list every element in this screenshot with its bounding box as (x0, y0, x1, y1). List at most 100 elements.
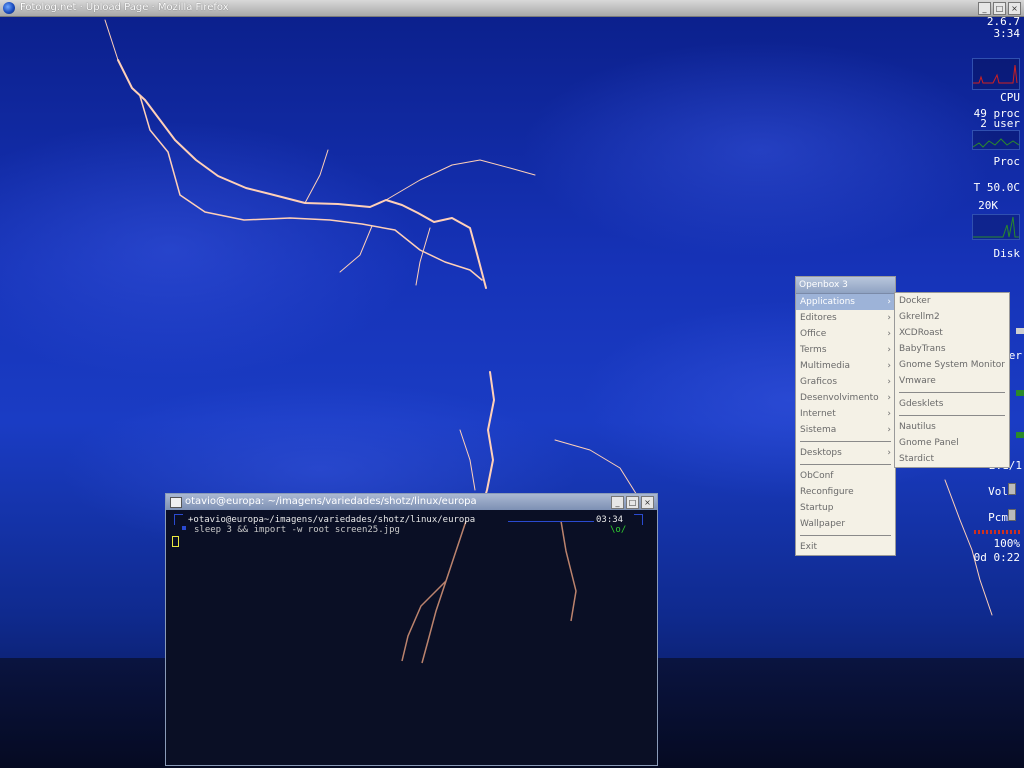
menu-item-stardict[interactable]: Stardict (895, 451, 1009, 467)
close-button[interactable]: × (1008, 2, 1021, 15)
disk-graph (972, 214, 1020, 240)
pcm-slider[interactable] (1008, 509, 1016, 521)
cpu-graph (972, 58, 1020, 90)
menu-item-xcdroast[interactable]: XCDRoast (895, 325, 1009, 341)
user-count: 2 user (980, 117, 1020, 130)
prompt-clock: 03:34 (596, 515, 624, 525)
menu-item-desenvolvimento[interactable]: Desenvolvimento › (796, 390, 895, 406)
prompt-bracket-left (174, 514, 183, 525)
chevron-right-icon: › (887, 297, 891, 307)
disk-rate: 20K (978, 199, 998, 212)
menu-item-docker[interactable]: Docker (895, 293, 1009, 309)
menu-item-label: Nautilus (899, 422, 936, 432)
menu-separator (895, 412, 1009, 419)
chevron-right-icon: › (887, 409, 891, 419)
menu-item-label: XCDRoast (899, 328, 943, 338)
menu-item-label: Office (800, 329, 827, 339)
window-title: Fotolog.net · Upload Page · Mozilla Fire… (20, 2, 229, 13)
menu-item-exit[interactable]: Exit (796, 539, 895, 555)
applications-submenu: Docker Gkrellm2 XCDRoast BabyTrans Gnome Sys… (894, 292, 1010, 468)
command-text: sleep 3 && import -w root screen25.jpg (194, 525, 400, 535)
menu-item-gdesklets[interactable]: Gdesklets (895, 396, 1009, 412)
menu-item-internet[interactable]: Internet › (796, 406, 895, 422)
terminal-maximize-button[interactable]: □ (626, 496, 639, 509)
proc-label: Proc (993, 155, 1021, 168)
chevron-right-icon: › (887, 313, 891, 323)
menu-item-wallpaper[interactable]: Wallpaper (796, 516, 895, 532)
terminal-title: otavio@europa: ~/imagens/variedades/shot… (185, 496, 477, 507)
menu-item-label: ObConf (800, 471, 834, 481)
proc-graph (972, 130, 1020, 150)
menu-item-multimedia[interactable]: Multimedia › (796, 358, 895, 374)
menu-item-label: Wallpaper (800, 519, 846, 529)
chevron-right-icon: › (887, 345, 891, 355)
menu-item-label: Gkrellm2 (899, 312, 940, 322)
prompt-marker (182, 526, 186, 530)
menu-item-label: Multimedia (800, 361, 851, 371)
volume-slider[interactable] (1008, 483, 1016, 495)
menu-item-label: Docker (899, 296, 931, 306)
menu-item-label: BabyTrans (899, 344, 946, 354)
menu-item-label: Exit (800, 542, 818, 552)
battery-percent: 100% (993, 537, 1021, 550)
menu-item-gnome-panel[interactable]: Gnome Panel (895, 435, 1009, 451)
firefox-icon (3, 2, 15, 14)
chevron-right-icon: › (887, 448, 891, 458)
menu-item-applications[interactable]: Applications › (796, 294, 895, 310)
menu-item-reconfigure[interactable]: Reconfigure (796, 484, 895, 500)
prompt-path: +otavio@europa~/imagens/variedades/shotz… (188, 515, 476, 525)
chevron-right-icon: › (887, 329, 891, 339)
menu-item-label: Desktops (800, 448, 842, 458)
menu-item-office[interactable]: Office › (796, 326, 895, 342)
menu-separator (796, 461, 895, 468)
prompt-face: \o/ (610, 525, 627, 535)
menu-item-label: Gnome System Monitor (899, 360, 1005, 370)
menu-item-babytrans[interactable]: BabyTrans (895, 341, 1009, 357)
menu-item-gkrellm2[interactable]: Gkrellm2 (895, 309, 1009, 325)
menu-item-desktops[interactable]: Desktops › (796, 445, 895, 461)
battery-meter (974, 530, 1020, 534)
menu-item-label: Sistema (800, 425, 837, 435)
menu-item-label: Terms (800, 345, 827, 355)
firefox-titlebar[interactable]: Fotolog.net · Upload Page · Mozilla Fire… (0, 0, 1024, 17)
menu-separator (796, 532, 895, 539)
menu-item-label: Graficos (800, 377, 838, 387)
menu-item-label: Internet (800, 409, 836, 419)
menu-item-terms[interactable]: Terms › (796, 342, 895, 358)
mem-led (1016, 328, 1024, 334)
menu-separator (796, 438, 895, 445)
terminal-window[interactable]: otavio@europa: ~/imagens/variedades/shot… (165, 493, 658, 766)
cpu-label: CPU (1000, 91, 1020, 104)
menu-item-label: Editores (800, 313, 837, 323)
openbox-root-menu: Openbox 3 Applications › Editores › Office › T… (795, 276, 896, 556)
menu-header: Openbox 3 (796, 277, 895, 294)
menu-item-nautilus[interactable]: Nautilus (895, 419, 1009, 435)
terminal-minimize-button[interactable]: _ (611, 496, 624, 509)
menu-item-gnome-system-monitor[interactable]: Gnome System Monitor (895, 357, 1009, 373)
menu-item-startup[interactable]: Startup (796, 500, 895, 516)
volume-label: Vol (988, 485, 1008, 498)
lightning-in-terminal (401, 520, 577, 664)
menu-item-label: Reconfigure (800, 487, 854, 497)
menu-item-obconf[interactable]: ObConf (796, 468, 895, 484)
chevron-right-icon: › (887, 393, 891, 403)
menu-separator (895, 389, 1009, 396)
menu-item-graficos[interactable]: Graficos › (796, 374, 895, 390)
terminal-titlebar[interactable]: otavio@europa: ~/imagens/variedades/shot… (166, 494, 657, 510)
menu-item-label: Gnome Panel (899, 438, 959, 448)
menu-item-vmware[interactable]: Vmware (895, 373, 1009, 389)
menu-item-label: Applications (800, 297, 855, 307)
chevron-right-icon: › (887, 361, 891, 371)
menu-item-editores[interactable]: Editores › (796, 310, 895, 326)
net-led (1016, 390, 1024, 396)
menu-item-label: Stardict (899, 454, 934, 464)
prompt-rule (508, 521, 594, 522)
terminal-close-button[interactable]: × (641, 496, 654, 509)
terminal-icon (170, 497, 182, 508)
menu-item-label: Gdesklets (899, 399, 944, 409)
terminal-body[interactable]: +otavio@europa~/imagens/variedades/shotz… (166, 511, 657, 765)
maximize-button[interactable]: □ (993, 2, 1006, 15)
minimize-button[interactable]: _ (978, 2, 991, 15)
menu-item-sistema[interactable]: Sistema › (796, 422, 895, 438)
menu-item-label: Vmware (899, 376, 936, 386)
